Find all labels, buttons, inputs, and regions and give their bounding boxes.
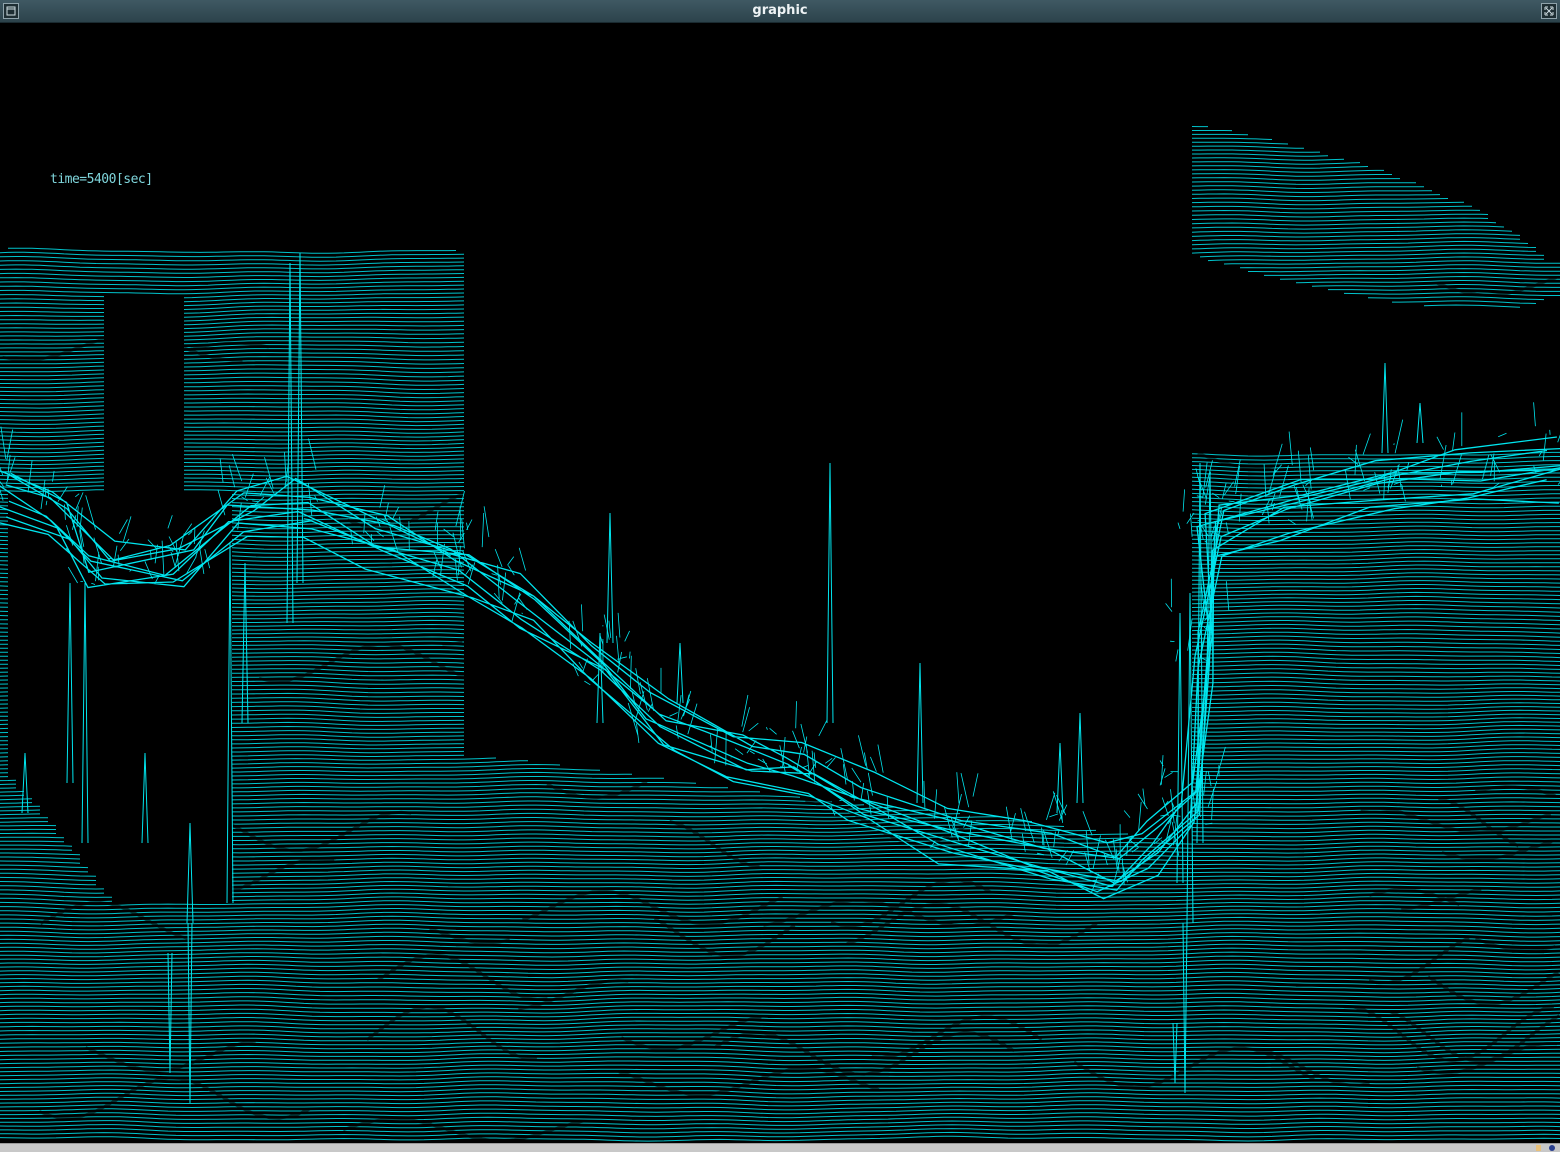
wireframe-surface-plot [0,126,1560,1143]
graphic-canvas[interactable]: time=5400[sec] [0,23,1560,1143]
time-label: time=5400[sec] [50,172,153,187]
window-title: graphic [752,3,808,18]
fullscreen-icon [1544,6,1554,16]
fullscreen-button[interactable] [1541,3,1557,19]
mesh-rows [0,126,1560,1142]
title-bar[interactable]: graphic [0,0,1560,23]
graphic-window: graphic time=5400[sec] [0,0,1560,1152]
